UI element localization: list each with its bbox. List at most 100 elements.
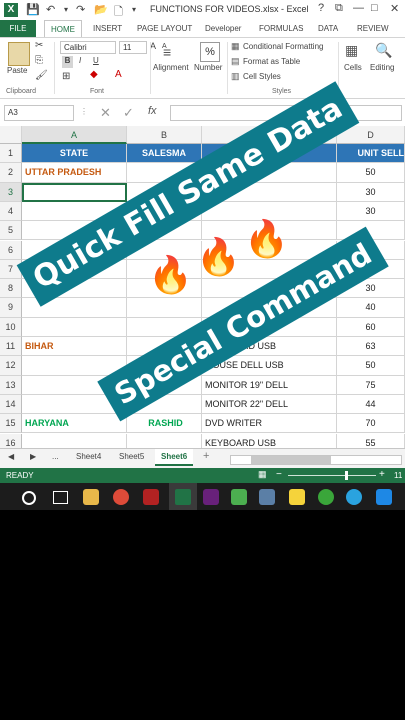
- tab-page-layout[interactable]: PAGE LAYOUT: [137, 20, 192, 37]
- table-cell[interactable]: [127, 298, 202, 318]
- paste-icon[interactable]: [8, 42, 30, 66]
- insert-function-button[interactable]: fx: [148, 105, 157, 117]
- row-header[interactable]: 14: [0, 394, 22, 415]
- scrollbar-thumb[interactable]: [251, 456, 331, 464]
- table-cell[interactable]: MONITOR 22" DELL: [202, 394, 337, 415]
- copy-icon[interactable]: ⎘: [35, 55, 43, 66]
- table-cell[interactable]: 30: [337, 182, 405, 202]
- column-header-b[interactable]: B: [127, 126, 202, 144]
- row-header[interactable]: 3: [0, 182, 22, 202]
- table-cell[interactable]: 63: [337, 337, 405, 357]
- excel-taskbar-button[interactable]: [169, 483, 197, 510]
- tab-insert[interactable]: INSERT: [93, 20, 122, 37]
- table-cell[interactable]: 70: [337, 414, 405, 434]
- row-header[interactable]: 2: [0, 163, 22, 183]
- minimize-button[interactable]: —: [353, 2, 364, 14]
- tab-review[interactable]: REVIEW: [357, 20, 389, 37]
- active-cell[interactable]: [22, 182, 127, 202]
- save-icon[interactable]: 💾: [26, 3, 40, 16]
- app-icon[interactable]: [259, 489, 275, 505]
- sheet-tab-sheet6[interactable]: Sheet6: [155, 449, 194, 466]
- table-cell[interactable]: 40: [337, 298, 405, 318]
- chrome-icon[interactable]: [113, 489, 129, 505]
- editing-icon[interactable]: 🔍: [375, 42, 392, 59]
- cancel-entry-icon[interactable]: ✕: [100, 105, 111, 121]
- table-cell[interactable]: BIHAR: [22, 337, 127, 357]
- table-cell[interactable]: 50: [337, 163, 405, 183]
- italic-button[interactable]: I: [79, 56, 81, 65]
- more-options-icon[interactable]: ⋮: [80, 107, 88, 116]
- task-view-icon[interactable]: [53, 491, 68, 504]
- add-sheet-icon[interactable]: +: [203, 450, 209, 462]
- sheet-prev-icon[interactable]: ◀: [8, 452, 14, 461]
- alignment-icon[interactable]: ≡: [163, 44, 171, 60]
- row-header[interactable]: 8: [0, 279, 22, 299]
- tab-developer[interactable]: Developer: [205, 20, 241, 37]
- zoom-slider-thumb[interactable]: [345, 471, 348, 480]
- table-cell[interactable]: HARYANA: [22, 414, 127, 434]
- row-header[interactable]: 12: [0, 356, 22, 376]
- editing-button[interactable]: Editing: [370, 63, 394, 72]
- visual-studio-icon[interactable]: [203, 489, 219, 505]
- format-painter-icon[interactable]: 🖌: [35, 70, 48, 81]
- font-size-select[interactable]: 11: [119, 41, 147, 54]
- table-cell[interactable]: 44: [337, 394, 405, 415]
- cells-icon[interactable]: ▦: [345, 42, 358, 59]
- undo-dropdown-icon[interactable]: ▾: [64, 5, 68, 14]
- telegram-icon[interactable]: [346, 489, 362, 505]
- sheet-more-button[interactable]: ...: [52, 452, 59, 461]
- zoom-slider[interactable]: [288, 475, 376, 476]
- paste-label[interactable]: Paste: [7, 66, 27, 75]
- select-all-corner[interactable]: [0, 126, 22, 144]
- ribbon-display-button[interactable]: ⧉: [335, 2, 343, 15]
- page-break-view-icon[interactable]: ▦: [258, 469, 267, 480]
- zoom-level[interactable]: 11: [394, 471, 402, 480]
- header-cell[interactable]: SALESMA: [127, 144, 202, 164]
- zoom-out-icon[interactable]: −: [276, 469, 282, 480]
- tab-data[interactable]: DATA: [318, 20, 338, 37]
- maximize-button[interactable]: □: [371, 2, 378, 14]
- horizontal-scrollbar[interactable]: [230, 455, 402, 465]
- name-box[interactable]: A3: [4, 105, 74, 121]
- sticky-notes-icon[interactable]: [289, 489, 305, 505]
- close-button[interactable]: ✕: [390, 2, 399, 15]
- percent-icon[interactable]: %: [200, 42, 220, 62]
- alignment-button[interactable]: Alignment: [153, 63, 189, 72]
- search-icon[interactable]: [22, 491, 36, 505]
- row-header[interactable]: 11: [0, 337, 22, 357]
- table-cell[interactable]: RASHID: [127, 414, 202, 434]
- underline-button[interactable]: U: [93, 56, 99, 65]
- whatsapp-icon[interactable]: [318, 489, 334, 505]
- cells-button[interactable]: Cells: [344, 63, 362, 72]
- bold-button[interactable]: B: [62, 56, 73, 68]
- fill-color-icon[interactable]: ◆: [90, 69, 98, 80]
- confirm-entry-icon[interactable]: ✓: [123, 105, 134, 121]
- conditional-formatting-icon[interactable]: ▦: [231, 41, 240, 52]
- table-cell[interactable]: 50: [337, 356, 405, 376]
- table-cell[interactable]: 30: [337, 201, 405, 222]
- redo-icon[interactable]: ↷: [76, 3, 85, 16]
- format-as-table-button[interactable]: Format as Table: [243, 57, 300, 66]
- row-header[interactable]: 13: [0, 375, 22, 395]
- row-header[interactable]: 10: [0, 317, 22, 337]
- number-button[interactable]: Number: [194, 63, 222, 72]
- file-explorer-icon[interactable]: [83, 489, 99, 505]
- open-icon[interactable]: 📂: [94, 3, 108, 16]
- camtasia-icon[interactable]: [231, 489, 247, 505]
- sheet-next-icon[interactable]: ▶: [30, 452, 36, 461]
- conditional-formatting-button[interactable]: Conditional Formatting: [243, 42, 323, 51]
- font-name-select[interactable]: Calibri: [60, 41, 116, 54]
- table-cell[interactable]: UTTAR PRADESH: [22, 163, 127, 183]
- format-as-table-icon[interactable]: ▤: [231, 56, 240, 67]
- column-header-a[interactable]: A: [22, 126, 127, 144]
- table-cell[interactable]: 60: [337, 317, 405, 337]
- row-header[interactable]: 6: [0, 240, 22, 260]
- sheet-tab-sheet4[interactable]: Sheet4: [76, 452, 101, 461]
- help-button[interactable]: ?: [318, 2, 324, 14]
- row-header[interactable]: 5: [0, 221, 22, 241]
- header-cell[interactable]: UNIT SELL: [337, 144, 405, 164]
- tab-formulas[interactable]: FORMULAS: [259, 20, 303, 37]
- borders-icon[interactable]: ⊞: [62, 71, 70, 82]
- customize-toolbar-icon[interactable]: ▾: [132, 5, 136, 14]
- table-cell[interactable]: [22, 317, 127, 337]
